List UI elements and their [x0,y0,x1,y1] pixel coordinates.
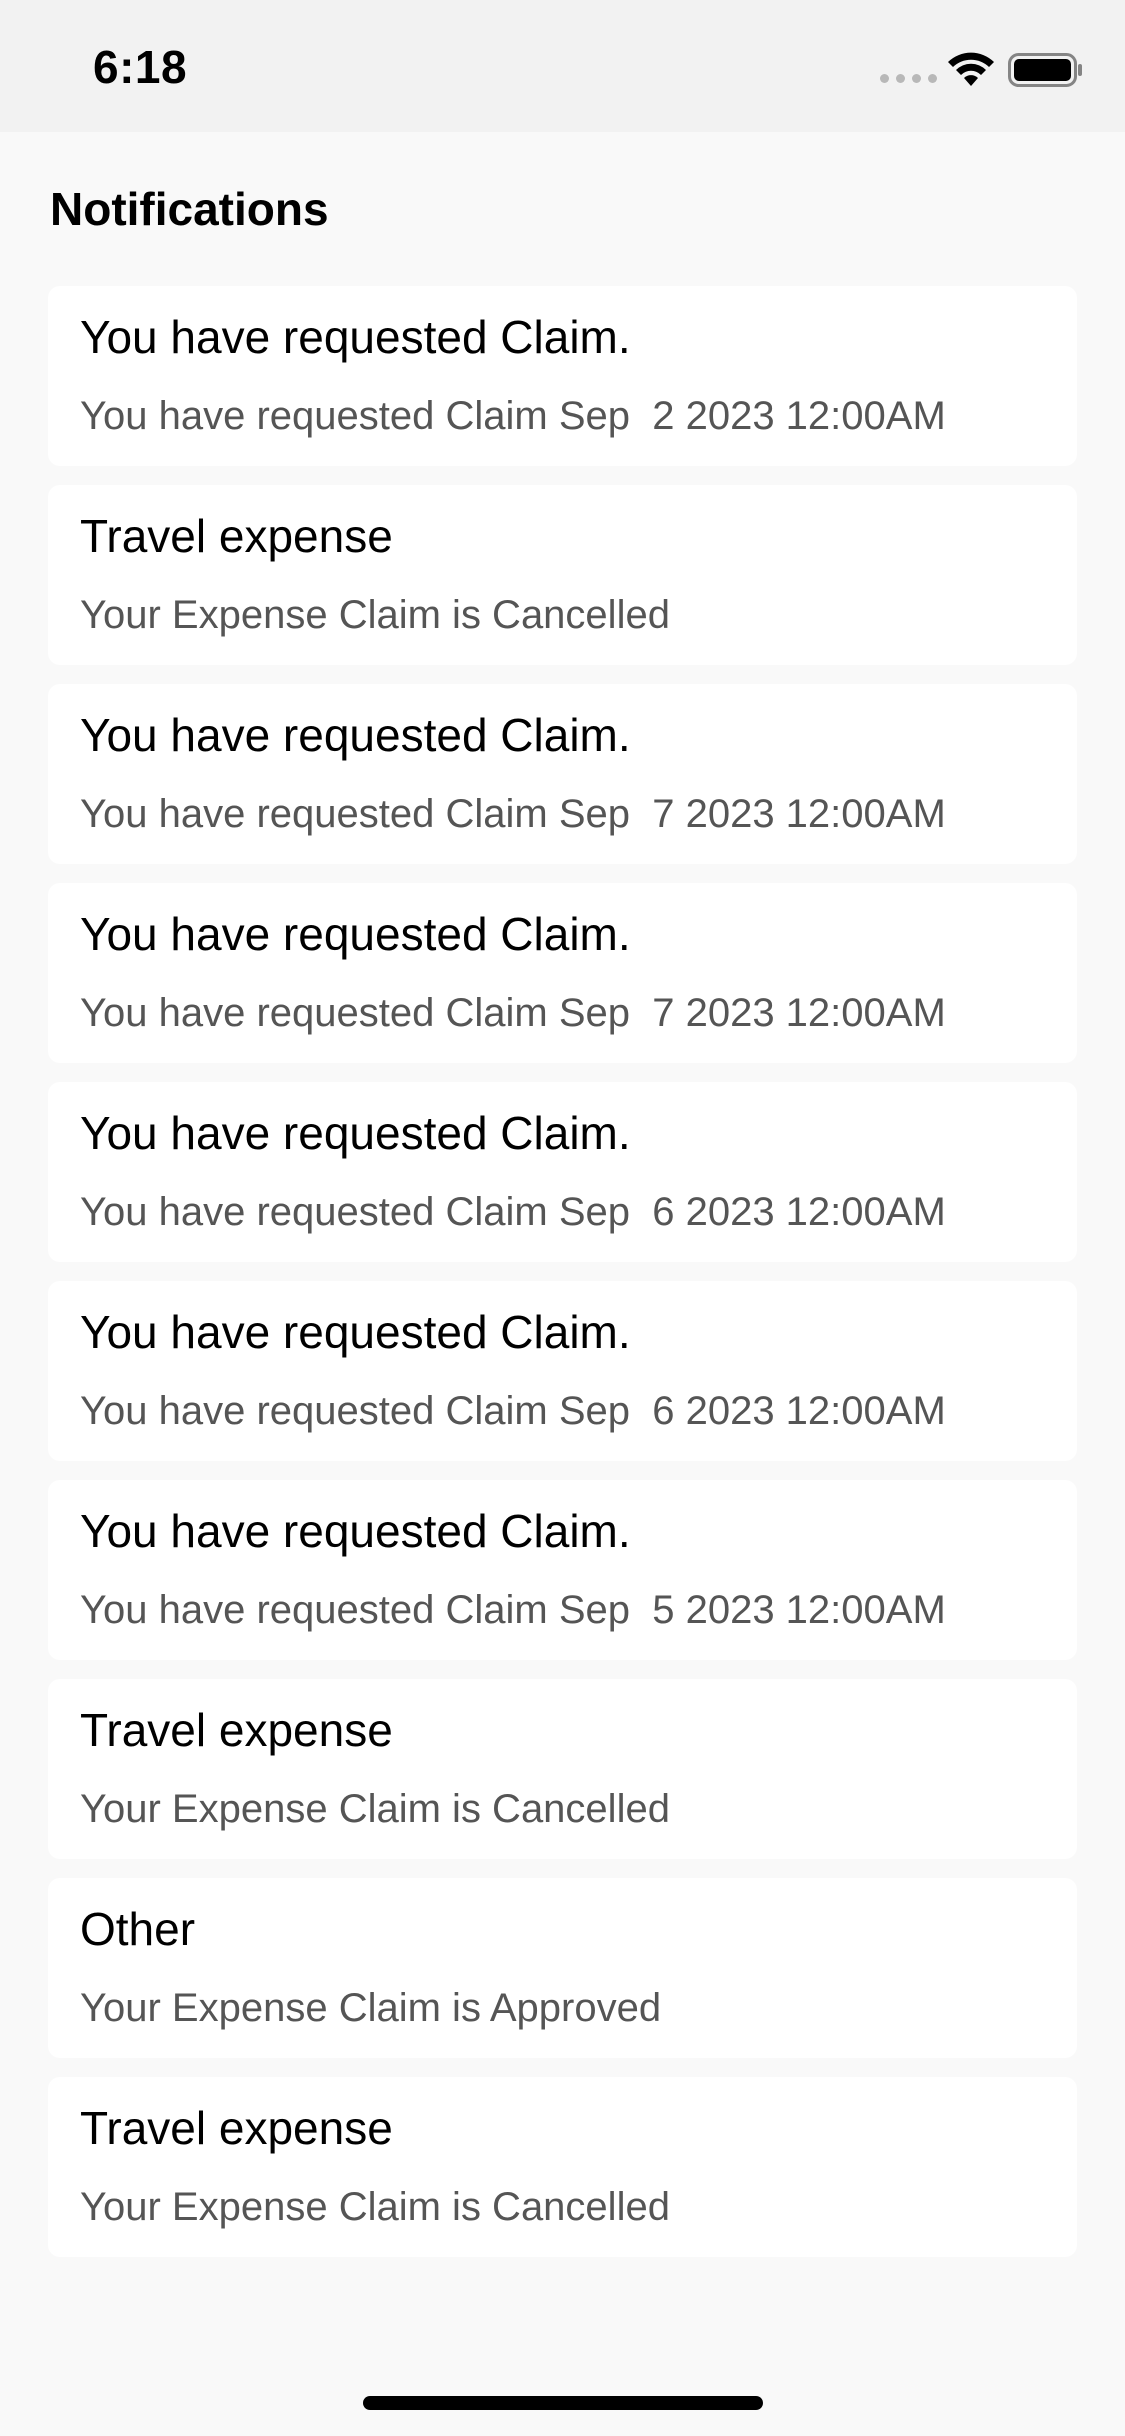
notification-item[interactable]: You have requested Claim. You have reque… [48,883,1077,1063]
notification-title: Travel expense [80,1704,393,1756]
battery-icon [1008,53,1082,87]
cellular-signal-icon [880,74,937,83]
notification-item[interactable]: You have requested Claim. You have reque… [48,1281,1077,1461]
notification-title: You have requested Claim. [80,908,631,960]
notification-title: Travel expense [80,2102,393,2154]
page-title: Notifications [50,183,329,235]
notification-item[interactable]: You have requested Claim. You have reque… [48,286,1077,466]
notification-title: You have requested Claim. [80,1505,631,1557]
status-bar: 6:18 [0,0,1125,132]
notification-body: You have requested Claim Sep 2 2023 12:0… [80,394,946,438]
status-time: 6:18 [93,41,188,93]
notification-list: You have requested Claim. You have reque… [48,286,1077,2257]
notification-body: You have requested Claim Sep 7 2023 12:0… [80,991,946,1035]
notification-item[interactable]: You have requested Claim. You have reque… [48,1082,1077,1262]
notification-item[interactable]: Other Your Expense Claim is Approved [48,1878,1077,2058]
notification-title: You have requested Claim. [80,1306,631,1358]
notification-body: You have requested Claim Sep 6 2023 12:0… [80,1190,946,1234]
wifi-icon [948,52,994,86]
notification-body: Your Expense Claim is Cancelled [80,593,670,637]
notification-body: You have requested Claim Sep 6 2023 12:0… [80,1389,946,1433]
home-indicator[interactable] [363,2396,763,2410]
notification-body: You have requested Claim Sep 5 2023 12:0… [80,1588,946,1632]
notification-item[interactable]: Travel expense Your Expense Claim is Can… [48,485,1077,665]
notification-title: You have requested Claim. [80,311,631,363]
notification-item[interactable]: Travel expense Your Expense Claim is Can… [48,1679,1077,1859]
notification-title: You have requested Claim. [80,709,631,761]
notification-item[interactable]: Travel expense Your Expense Claim is Can… [48,2077,1077,2257]
notification-title: Other [80,1903,196,1955]
notification-body: You have requested Claim Sep 7 2023 12:0… [80,792,946,836]
notification-body: Your Expense Claim is Cancelled [80,2185,670,2229]
notification-body: Your Expense Claim is Approved [80,1986,662,2030]
notification-body: Your Expense Claim is Cancelled [80,1787,670,1831]
notification-item[interactable]: You have requested Claim. You have reque… [48,684,1077,864]
notification-title: You have requested Claim. [80,1107,631,1159]
notification-item[interactable]: You have requested Claim. You have reque… [48,1480,1077,1660]
notification-title: Travel expense [80,510,393,562]
